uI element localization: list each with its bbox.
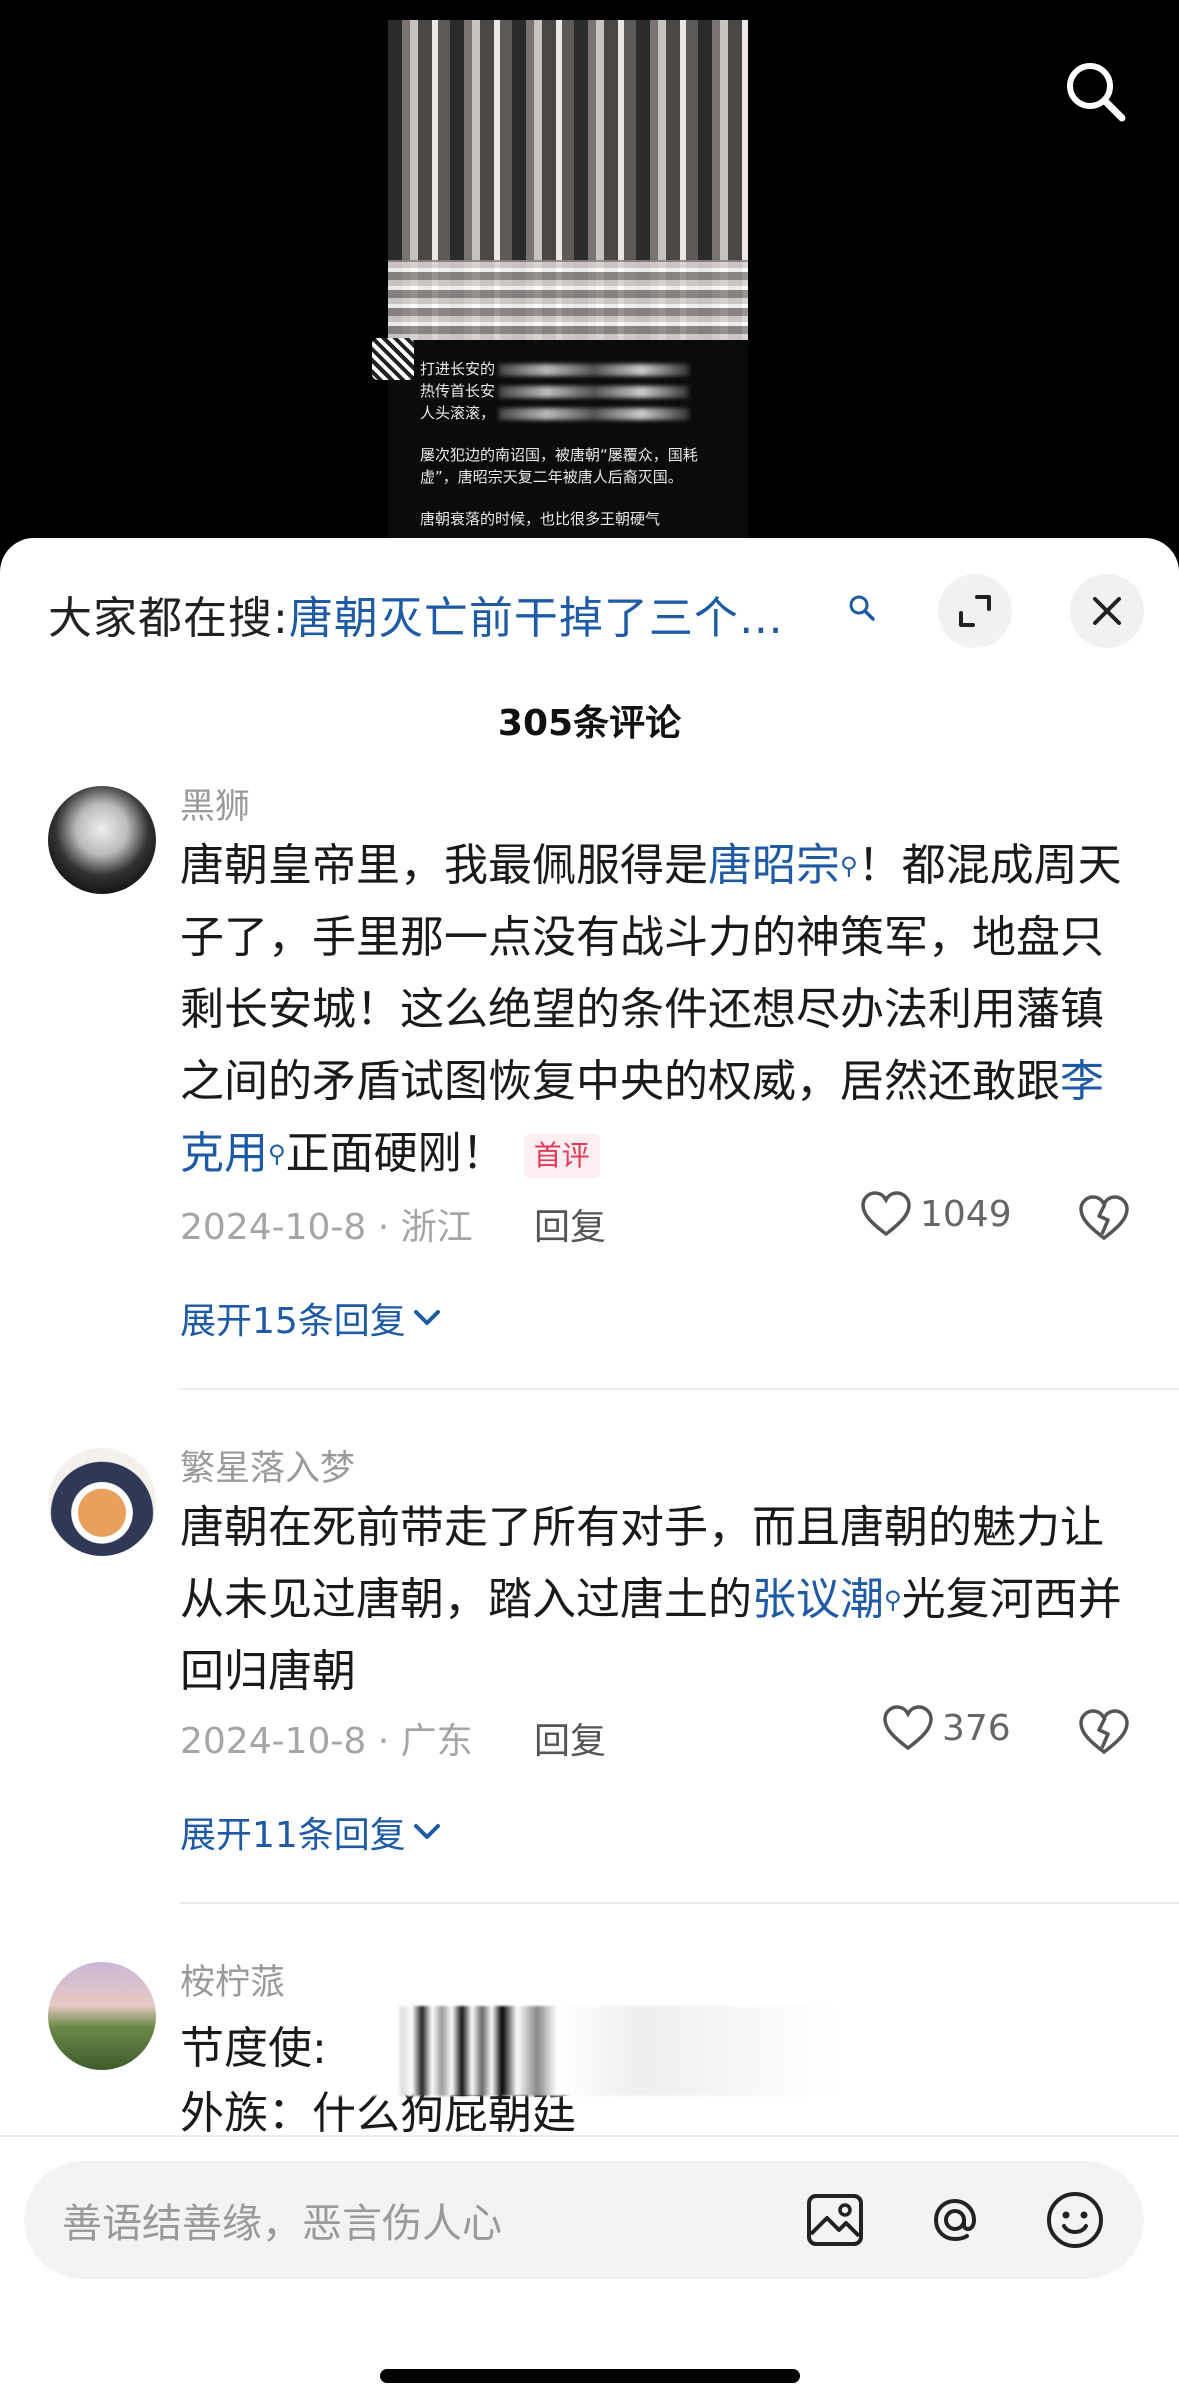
video-player[interactable]: 打进长安的 热传首长安 人头滚滚， 屡次犯边的南诏国，被唐朝“屡覆众，国耗 虚”…	[0, 0, 1179, 560]
comment-username[interactable]: 繁星落入梦	[180, 1440, 355, 1491]
like-count: 376	[942, 1707, 1011, 1749]
hot-search-banner[interactable]: 大家都在搜:唐朝灭亡前干掉了三个…	[48, 582, 784, 646]
divider	[180, 1902, 1179, 1904]
video-caption-line: 热传首长安	[420, 380, 750, 402]
expand-button[interactable]	[938, 574, 1012, 648]
heart-icon	[861, 1191, 911, 1237]
image-icon[interactable]	[802, 2187, 868, 2253]
chevron-down-icon	[413, 1824, 440, 1839]
video-caption-line: 打进长安的	[420, 358, 750, 380]
avatar[interactable]	[48, 1962, 156, 2070]
divider	[180, 1388, 1179, 1390]
search-icon[interactable]	[848, 594, 876, 622]
comment-text: 唐朝在死前带走了所有对手，而且唐朝的魅力让从未见过唐朝，踏入过唐土的张议潮⚲光复…	[180, 1502, 1122, 1697]
like-count: 1049	[920, 1193, 1012, 1235]
comment-input[interactable]: 善语结善缘，恶言伤人心	[24, 2161, 1144, 2279]
avatar[interactable]	[48, 1448, 156, 1556]
hot-search-prefix: 大家都在搜:	[48, 593, 289, 644]
dislike-icon[interactable]	[1078, 1192, 1130, 1244]
like-button[interactable]: 376	[882, 1704, 1011, 1752]
input-placeholder: 善语结善缘，恶言伤人心	[62, 2201, 502, 2247]
reply-button[interactable]: 回复	[534, 1712, 606, 1764]
comment-sheet: 大家都在搜:唐朝灭亡前干掉了三个… 305条评论 黑狮 唐朝皇帝里，我最佩服得是…	[0, 538, 1179, 2405]
comment-username[interactable]: 黑狮	[180, 778, 250, 829]
comic-sticker	[372, 338, 414, 380]
emoji-icon[interactable]	[1042, 2187, 1108, 2253]
comment-text: 唐朝皇帝里，我最佩服得是唐昭宗⚲！都混成周天子了，手里那一点没有战斗力的神策军，…	[180, 840, 1122, 1179]
comment-username[interactable]: 桉柠蒎	[180, 1954, 285, 2005]
keyword-link[interactable]: 张议潮	[752, 1574, 884, 1625]
dislike-icon[interactable]	[1078, 1706, 1130, 1758]
search-icon[interactable]	[1060, 56, 1130, 126]
video-caption-line: 屡次犯边的南诏国，被唐朝“屡覆众，国耗	[420, 446, 698, 464]
expand-replies-button[interactable]: 展开15条回复	[180, 1292, 442, 1344]
comment-date-location: 2024-10-8 · 浙江	[180, 1207, 473, 1248]
expand-replies-button[interactable]: 展开11条回复	[180, 1806, 442, 1858]
like-button[interactable]: 1049	[860, 1190, 1012, 1238]
hot-search-topic[interactable]: 唐朝灭亡前干掉了三个…	[289, 593, 784, 644]
heart-icon	[883, 1705, 933, 1751]
close-button[interactable]	[1070, 574, 1144, 648]
search-icon: ⚲	[840, 852, 858, 880]
keyword-link[interactable]: 唐昭宗	[708, 840, 840, 891]
comment-date-location: 2024-10-8 · 广东	[180, 1721, 473, 1762]
mention-icon[interactable]	[922, 2187, 988, 2253]
expand-icon	[959, 595, 991, 627]
chevron-down-icon	[413, 1310, 440, 1325]
home-indicator[interactable]	[380, 2369, 800, 2383]
video-caption-line: 人头滚滚，	[420, 402, 750, 424]
redacted-image	[336, 2006, 837, 2096]
first-comment-badge: 首评	[523, 1134, 600, 1178]
comment-count: 305条评论	[497, 703, 682, 744]
comment-input-bar: 善语结善缘，恶言伤人心	[0, 2135, 1179, 2405]
video-frame-blurred	[388, 20, 748, 340]
search-icon: ⚲	[268, 1140, 286, 1168]
reply-button[interactable]: 回复	[534, 1198, 606, 1250]
avatar[interactable]	[48, 786, 156, 894]
comment-text: 节度使: 外族：什么狗屁朝廷	[180, 2006, 1130, 2150]
search-icon: ⚲	[884, 1586, 902, 1614]
video-caption-line: 唐朝衰落的时候，也比很多王朝硬气	[420, 510, 661, 528]
video-caption-line: 虚”，唐昭宗天复二年被唐人后裔灭国。	[420, 468, 683, 486]
close-icon	[1093, 597, 1121, 625]
